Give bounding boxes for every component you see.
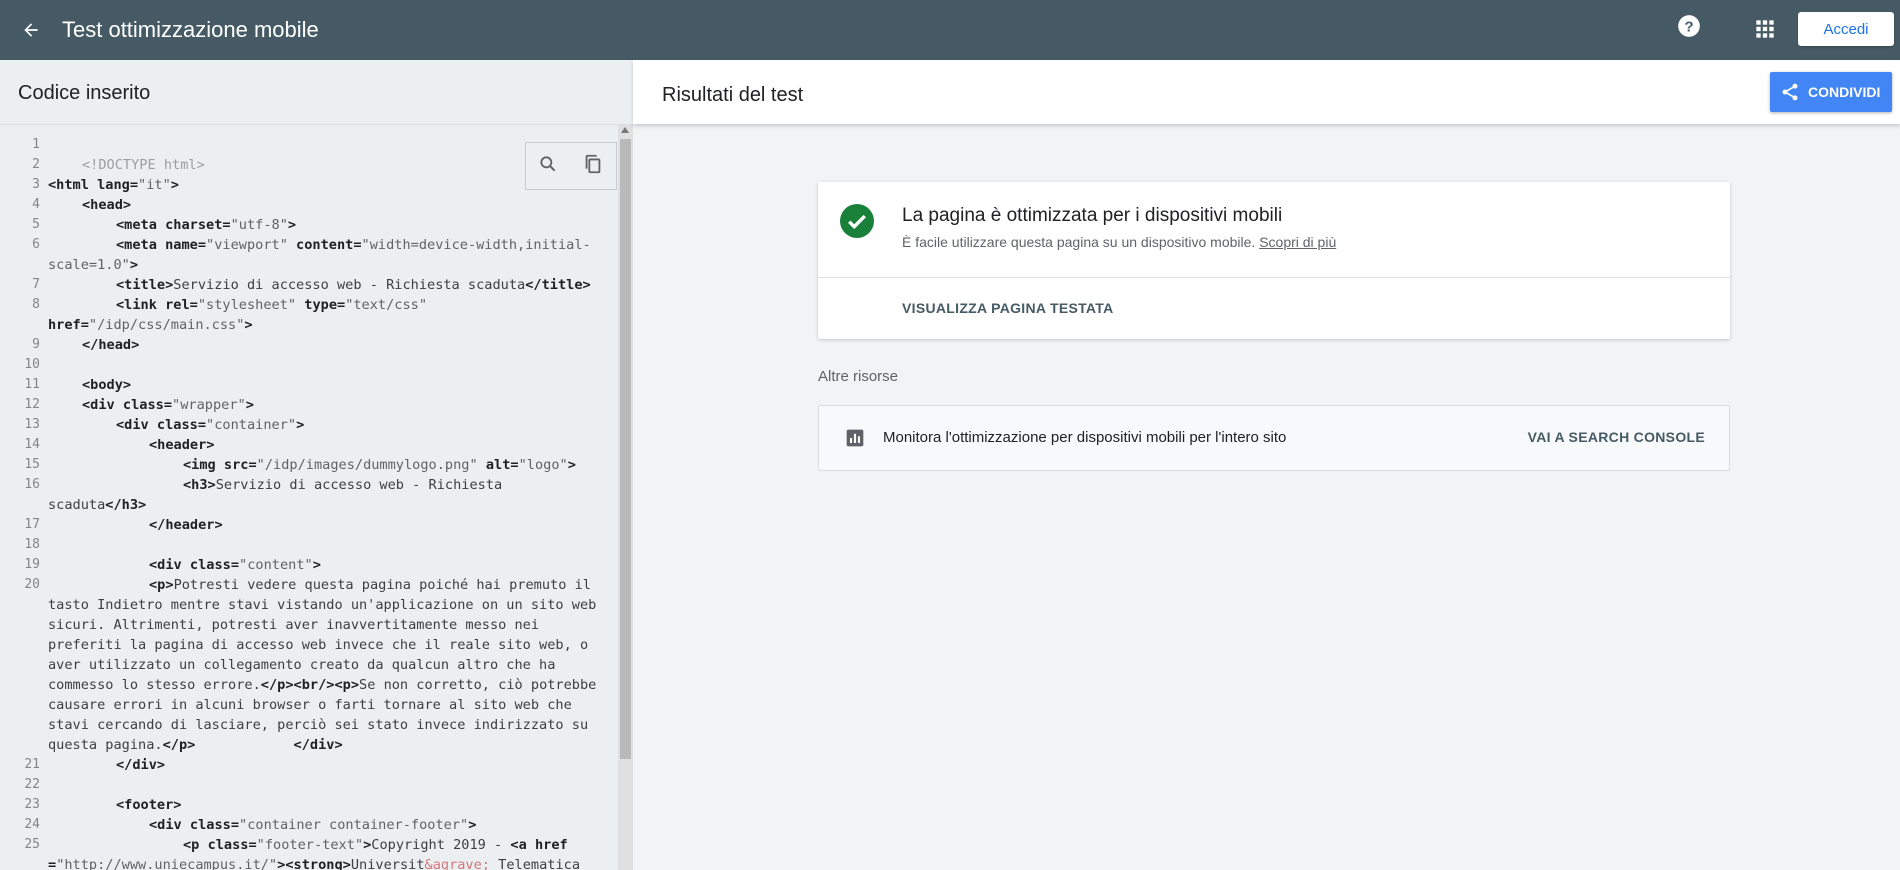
code-panel-title: Codice inserito [18,82,151,104]
code-line: </div> [116,757,166,773]
check-circle-icon [840,204,874,238]
line-number: 13 [24,417,40,432]
line-number: 21 [24,757,40,772]
code-line: <body> [82,377,132,393]
line-number-gutter: 1 2 3 4 5 6 7 8 9 10 11 12 13 14 15 16 1… [0,125,40,870]
search-icon[interactable] [538,154,558,179]
learn-more-link[interactable]: Scopri di più [1259,234,1336,250]
scrollbar-thumb[interactable] [620,139,631,759]
resource-card: Monitora l'ottimizzazione per dispositiv… [818,405,1730,471]
code-line: <title>Servizio di accesso web - Richies… [116,277,591,293]
code-line: questa pagina.</p> </div> [48,737,343,753]
svg-text:?: ? [1684,18,1693,35]
line-number: 5 [32,217,40,232]
code-line: stavi cercando di lasciare, perciò sei s… [48,717,589,733]
code-line: <head> [82,197,132,213]
code-line: href="/idp/css/main.css"> [48,317,253,333]
results-panel-header: Risultati del test CONDIVIDI [633,60,1900,124]
code-scrollbar[interactable] [618,125,633,870]
line-number: 1 [32,137,40,152]
result-card: La pagina è ottimizzata per i dispositiv… [818,182,1730,339]
line-number: 3 [32,177,40,192]
share-button[interactable]: CONDIVIDI [1770,72,1892,112]
code-line: sicuri. Altrimenti, potresti aver inavve… [48,617,540,633]
line-number: 22 [24,777,40,792]
line-number: 20 [24,577,40,592]
code-line: preferiti la pagina di accesso web invec… [48,637,589,653]
code-line: <div class="wrapper"> [82,397,254,413]
scroll-up-arrow-icon[interactable] [621,127,629,133]
code-line: <!DOCTYPE html> [82,157,205,173]
results-panel-title: Risultati del test [662,84,804,106]
line-number: 10 [24,357,40,372]
line-number: 9 [32,337,40,352]
view-tested-page-button[interactable]: VISUALIZZA PAGINA TESTATA [902,300,1114,316]
line-number: 8 [32,297,40,312]
line-number: 24 [24,817,40,832]
code-line: <link rel="stylesheet" type="text/css" [116,297,428,313]
line-number: 12 [24,397,40,412]
results-panel: Risultati del test CONDIVIDI La pagina è… [633,60,1900,870]
line-number: 7 [32,277,40,292]
code-line: <p class="footer-text">Copyright 2019 - … [183,837,568,853]
copy-icon[interactable] [582,153,604,180]
code-line: tasto Indietro mentre stavi vistando un'… [48,597,597,613]
resource-text: Monitora l'ottimizzazione per dispositiv… [883,429,1287,446]
code-line: causare errori in alcuni browser o farti… [48,697,572,713]
code-editor[interactable]: 1 2 3 4 5 6 7 8 9 10 11 12 13 14 15 16 1… [0,125,618,870]
code-line: <meta charset="utf-8"> [116,217,297,233]
code-line: <div class="container container-footer"> [149,817,477,833]
share-button-label: CONDIVIDI [1808,84,1881,100]
line-number: 6 [32,237,40,252]
line-number: 25 [24,837,40,852]
code-line: ="http://www.uniecampus.it/"><strong>Uni… [48,857,581,870]
code-line: </header> [149,517,223,533]
code-panel: Codice inserito 1 2 3 4 5 6 7 8 9 10 11 … [0,60,633,870]
code-line: <meta name="viewport" content="width=dev… [116,237,591,253]
code-line: aver utilizzato un collegamento creato d… [48,657,556,673]
apps-grid-icon[interactable] [1752,16,1778,42]
code-line: <img src="/idp/images/dummylogo.png" alt… [183,457,576,473]
line-number: 23 [24,797,40,812]
top-app-bar: Test ottimizzazione mobile ? Accedi [0,0,1900,60]
line-number: 14 [24,437,40,452]
code-line: <header> [149,437,215,453]
help-icon[interactable]: ? [1676,13,1702,39]
code-line: <footer> [116,797,182,813]
line-number: 11 [24,377,40,392]
code-line: <div class="content"> [149,557,321,573]
code-line: <div class="container"> [116,417,305,433]
line-number: 2 [32,157,40,172]
code-line: scaduta</h3> [48,497,147,513]
code-line: commesso lo stesso errore.</p><br/><p>Se… [48,677,597,693]
arrow-back-icon[interactable] [17,16,45,44]
result-subtitle: È facile utilizzare questa pagina su un … [902,234,1337,250]
app-title: Test ottimizzazione mobile [62,17,319,42]
line-number: 15 [24,457,40,472]
code-line: scale=1.0"> [48,257,139,273]
code-toolbar [525,142,617,190]
card-divider [818,277,1730,278]
code-panel-header: Codice inserito [0,60,633,125]
other-resources-label: Altre risorse [818,368,899,385]
line-number: 17 [24,517,40,532]
line-number: 4 [32,197,40,212]
code-line: </head> [82,337,140,353]
sign-in-button[interactable]: Accedi [1798,12,1894,46]
bar-chart-icon [845,428,865,448]
share-icon [1780,82,1800,102]
line-number: 19 [24,557,40,572]
search-console-link[interactable]: VAI A SEARCH CONSOLE [1528,429,1705,445]
code-line: <h3>Servizio di accesso web - Richiesta [183,477,503,493]
code-line: <p>Potresti vedere questa pagina poiché … [149,577,591,593]
line-number: 18 [24,537,40,552]
result-title: La pagina è ottimizzata per i dispositiv… [902,205,1283,226]
code-line: <html lang="it"> [48,177,179,193]
line-number: 16 [24,477,40,492]
